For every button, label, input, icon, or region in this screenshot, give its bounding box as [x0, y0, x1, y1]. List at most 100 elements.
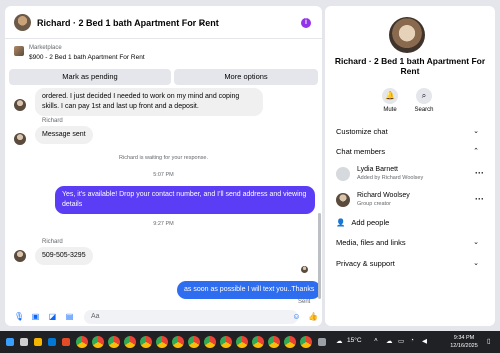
- conversation-details: Richard · 2 Bed 1 bath Apartment For Ren…: [325, 6, 495, 326]
- chrome-icon[interactable]: [300, 336, 312, 348]
- sticker-icon[interactable]: ◪: [48, 312, 57, 321]
- store-icon[interactable]: [48, 338, 56, 346]
- message-bubble-outgoing[interactable]: Yes, it's available! Drop your contact n…: [55, 186, 315, 214]
- chrome-icon[interactable]: [172, 336, 184, 348]
- privacy-label: Privacy & support: [336, 259, 395, 268]
- system-clock[interactable]: 9:34 PM 12/16/2025: [444, 334, 484, 350]
- chrome-icon[interactable]: [156, 336, 168, 348]
- chrome-icon[interactable]: [220, 336, 232, 348]
- message-bubble[interactable]: Message sent: [35, 126, 93, 144]
- chrome-icon[interactable]: [204, 336, 216, 348]
- emoji-icon[interactable]: ☺: [292, 312, 301, 321]
- avatar: [336, 167, 350, 181]
- customize-chat-label: Customize chat: [336, 127, 388, 136]
- group-avatar[interactable]: [389, 17, 425, 53]
- chrome-icon[interactable]: [124, 336, 136, 348]
- sender-name: Richard: [42, 118, 63, 124]
- group-name: Richard · 2 Bed 1 bath Apartment For Ren…: [334, 56, 486, 76]
- marketplace-label: Marketplace: [29, 45, 62, 51]
- sender-avatar[interactable]: [14, 250, 26, 262]
- weather-icon[interactable]: ☁: [336, 337, 343, 345]
- message-input[interactable]: Aa: [84, 310, 298, 324]
- chrome-icon[interactable]: [92, 336, 104, 348]
- customize-chat-section[interactable]: Customize chat ⌄: [336, 127, 479, 136]
- member-name: Richard Woolsey: [357, 192, 410, 199]
- chevron-up-icon: ⌃: [473, 148, 479, 155]
- media-label: Media, files and links: [336, 238, 406, 247]
- add-people-label: Add people: [351, 218, 390, 227]
- scrollbar[interactable]: [318, 213, 321, 299]
- more-options-button[interactable]: More options: [174, 69, 318, 85]
- like-icon[interactable]: 👍: [308, 312, 318, 321]
- chat-avatar[interactable]: [14, 14, 31, 31]
- start-icon[interactable]: [6, 338, 14, 346]
- weather-temp[interactable]: 15°C: [347, 337, 362, 344]
- office-icon[interactable]: [62, 338, 70, 346]
- message-status: Sent: [298, 299, 311, 305]
- notifications-icon[interactable]: ▯: [487, 337, 491, 345]
- chrome-icon[interactable]: [284, 336, 296, 348]
- chrome-icon[interactable]: [236, 336, 248, 348]
- chrome-icon[interactable]: [140, 336, 152, 348]
- taskbar: ☁ 15°C ˄ ☁ ▭ ◔ ◀ 9:34 PM 12/16/2025 ▯: [0, 331, 500, 353]
- member-subtitle: Added by Richard Woolsey: [357, 175, 424, 181]
- chevron-down-icon: ⌄: [473, 260, 479, 267]
- onedrive-icon[interactable]: ☁: [386, 337, 393, 345]
- sender-avatar[interactable]: [14, 133, 26, 145]
- member-name: Lydia Barnett: [357, 166, 398, 173]
- more-icon[interactable]: ···: [475, 194, 484, 204]
- message-list[interactable]: ordered. I just decided I needed to work…: [5, 88, 322, 308]
- microphone-icon[interactable]: 🎙: [14, 312, 24, 321]
- sender-name: Richard: [42, 239, 63, 245]
- sender-avatar[interactable]: [14, 99, 26, 111]
- marketplace-banner: Marketplace $900 - 2 Bed 1 bath Apartmen…: [5, 40, 322, 88]
- battery-icon[interactable]: ▭: [398, 337, 404, 345]
- timestamp: 5:07 PM: [153, 172, 174, 178]
- timestamp: 9:27 PM: [153, 221, 174, 227]
- wifi-icon[interactable]: ◔: [410, 337, 414, 344]
- message-bubble-outgoing[interactable]: as soon as possible I will text you..Tha…: [177, 281, 322, 299]
- media-files-links-section[interactable]: Media, files and links ⌄: [336, 238, 479, 247]
- bell-icon[interactable]: 🔔: [382, 88, 398, 104]
- volume-icon[interactable]: ◀: [422, 337, 427, 345]
- more-icon[interactable]: ···: [475, 168, 484, 178]
- chat-window: Richard · 2 Bed 1 bath Apartment For Ren…: [5, 6, 322, 326]
- chrome-icon[interactable]: [188, 336, 200, 348]
- search-action[interactable]: ⌕ Search: [409, 88, 439, 113]
- chat-members-label: Chat members: [336, 147, 386, 156]
- chevron-up-icon[interactable]: ˄: [374, 337, 378, 344]
- info-icon[interactable]: i: [301, 18, 311, 28]
- search-icon[interactable]: ⌕: [416, 88, 432, 104]
- clock-date: 12/16/2025: [450, 343, 478, 349]
- member-row[interactable]: Richard Woolsey Group creator ···: [336, 191, 484, 211]
- chrome-icon[interactable]: [76, 336, 88, 348]
- waiting-note: Richard is waiting for your response.: [119, 155, 208, 161]
- chat-header: Richard · 2 Bed 1 bath Apartment For Ren…: [5, 6, 322, 39]
- composer: 🎙 ▣ ◪ ▤ Aa ☺ 👍: [5, 308, 322, 326]
- listing-title[interactable]: $900 - 2 Bed 1 bath Apartment For Rent: [29, 54, 145, 61]
- message-bubble[interactable]: ordered. I just decided I needed to work…: [35, 88, 263, 116]
- app-icon[interactable]: [318, 338, 326, 346]
- member-row[interactable]: Lydia Barnett Added by Richard Woolsey ·…: [336, 165, 484, 185]
- member-subtitle: Group creator: [357, 201, 391, 207]
- add-people-button[interactable]: 👤 Add people: [336, 218, 479, 227]
- chat-members-section[interactable]: Chat members ⌃: [336, 147, 479, 156]
- chevron-down-icon: ⌄: [473, 239, 479, 246]
- seen-avatar: [301, 266, 308, 273]
- chevron-down-icon[interactable]: ⌄: [198, 18, 205, 27]
- task-view-icon[interactable]: [20, 338, 28, 346]
- chrome-icon[interactable]: [268, 336, 280, 348]
- privacy-support-section[interactable]: Privacy & support ⌄: [336, 259, 479, 268]
- gif-icon[interactable]: ▤: [65, 312, 74, 321]
- mute-action[interactable]: 🔔 Mute: [375, 88, 405, 113]
- message-bubble[interactable]: 509-505-3295: [35, 247, 93, 265]
- clock-time: 9:34 PM: [453, 335, 475, 341]
- chrome-icon[interactable]: [252, 336, 264, 348]
- mark-as-pending-button[interactable]: Mark as pending: [9, 69, 171, 85]
- chevron-down-icon: ⌄: [473, 128, 479, 135]
- image-icon[interactable]: ▣: [31, 312, 40, 321]
- listing-thumbnail[interactable]: [14, 46, 24, 56]
- file-explorer-icon[interactable]: [34, 338, 42, 346]
- chrome-icon[interactable]: [108, 336, 120, 348]
- chat-title[interactable]: Richard · 2 Bed 1 bath Apartment For Ren…: [37, 18, 219, 28]
